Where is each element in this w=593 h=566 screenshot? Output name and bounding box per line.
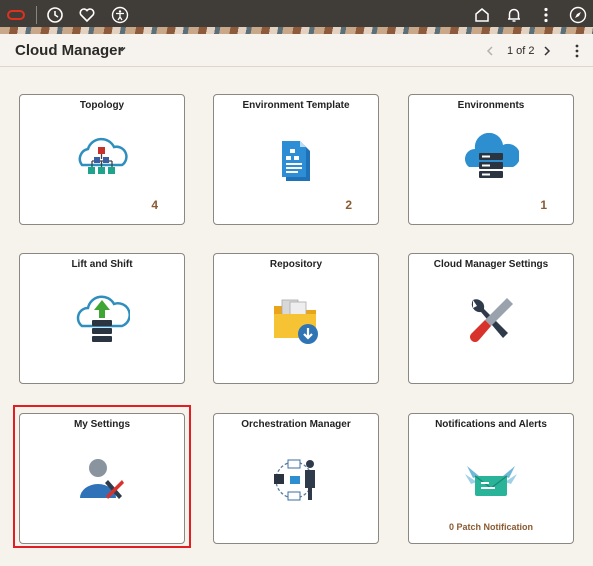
separator [36, 6, 37, 24]
tile-title: Cloud Manager Settings [433, 259, 549, 270]
tile-environment-template[interactable]: Environment Template 2 [213, 94, 379, 225]
history-icon[interactable] [44, 4, 66, 26]
tile-topology[interactable]: Topology 4 [19, 94, 185, 225]
oracle-logo-icon[interactable] [5, 4, 27, 26]
tile-lift-and-shift[interactable]: Lift and Shift [19, 253, 185, 384]
tile-title: Environments [457, 100, 525, 111]
folder-download-icon [274, 299, 318, 344]
tile-title: Lift and Shift [71, 259, 133, 270]
actions-menu-icon[interactable] [535, 4, 557, 26]
page-title[interactable]: Cloud Manager [15, 42, 123, 59]
tile-footer: 0 Patch Notification [448, 522, 533, 532]
navigator-icon[interactable] [567, 4, 589, 26]
previous-page-icon[interactable] [484, 45, 496, 57]
page-indicator: 1 of 2 [507, 45, 535, 57]
notifications-icon[interactable] [503, 4, 525, 26]
selection-highlight [13, 405, 191, 548]
tile-orchestration-manager[interactable]: Orchestration Manager [213, 413, 379, 544]
tile-count: 1 [540, 198, 547, 212]
notification-icon [465, 466, 517, 496]
page-header: Cloud Manager 1 of 2 [0, 34, 593, 67]
orchestration-icon [274, 459, 315, 501]
tile-repository[interactable]: Repository [213, 253, 379, 384]
tile-cloud-manager-settings[interactable]: Cloud Manager Settings [408, 253, 574, 384]
document-icon [282, 141, 310, 181]
tile-count: 2 [345, 198, 352, 212]
accessibility-icon[interactable] [109, 4, 131, 26]
tile-title: Environment Template [242, 100, 350, 111]
topology-icon [78, 137, 128, 174]
decorative-banner [0, 27, 593, 34]
next-page-icon[interactable] [541, 45, 553, 57]
tile-count: 4 [151, 198, 158, 212]
tile-title: Repository [269, 259, 323, 270]
tile-title: Topology [79, 100, 125, 111]
tools-icon [470, 298, 513, 342]
home-icon[interactable] [471, 4, 493, 26]
tile-title: Notifications and Alerts [435, 419, 547, 430]
tile-notifications-and-alerts[interactable]: Notifications and Alerts 0 Patch Notific… [408, 413, 574, 544]
tile-environments[interactable]: Environments 1 [408, 94, 574, 225]
top-bar [0, 0, 593, 34]
chevron-down-icon[interactable] [117, 44, 127, 54]
cloud-server-icon [465, 133, 519, 178]
tile-title: Orchestration Manager [241, 419, 351, 430]
favorites-icon[interactable] [76, 4, 98, 26]
cloud-upload-icon [76, 295, 130, 342]
more-options-icon[interactable] [570, 43, 584, 59]
